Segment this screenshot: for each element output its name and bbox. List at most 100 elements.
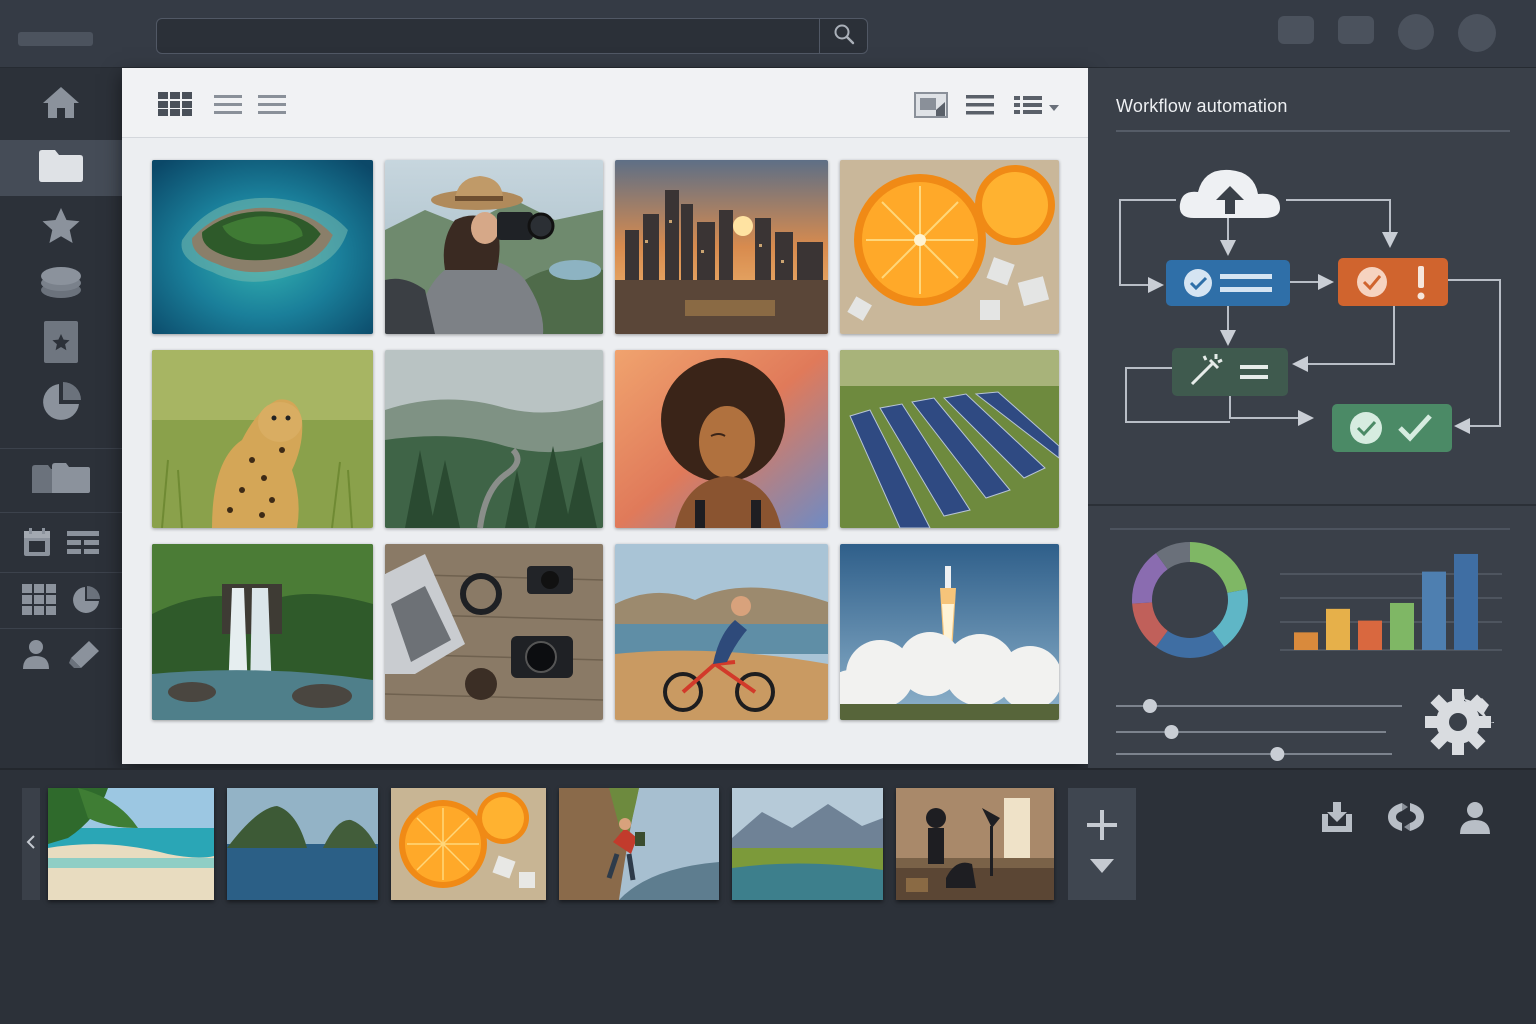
preview-panel-icon <box>914 92 948 123</box>
download-button[interactable] <box>1320 800 1354 834</box>
profile-button[interactable] <box>1458 800 1492 834</box>
pie-chart-small-icon[interactable] <box>72 586 100 614</box>
app-logo <box>18 32 93 46</box>
bar <box>1422 571 1446 650</box>
calendar-icon[interactable] <box>23 527 51 557</box>
top-bar <box>0 0 1536 68</box>
user-icon[interactable] <box>21 638 51 670</box>
bar <box>1326 608 1350 650</box>
chevron-down-icon <box>1048 99 1060 117</box>
user-avatar-button[interactable] <box>1458 14 1496 52</box>
top-action-button-2[interactable] <box>1338 16 1374 44</box>
grid-view-button[interactable] <box>158 92 192 121</box>
stack-icon <box>39 264 83 305</box>
slider-handle[interactable] <box>1164 725 1179 739</box>
rows-icon <box>966 94 996 121</box>
filmstrip-image-orange-ice[interactable] <box>391 788 546 900</box>
workflow-node-orange[interactable] <box>1338 258 1448 306</box>
bookmark-star-icon <box>43 320 79 369</box>
slider-handle[interactable] <box>1270 747 1285 761</box>
gallery-image-solar-farm[interactable] <box>840 350 1059 528</box>
filmstrip-image-rock-climber[interactable] <box>559 788 719 900</box>
top-action-button-3[interactable] <box>1398 14 1434 50</box>
gallery-image-rocket-launch[interactable] <box>840 544 1059 720</box>
sidebar-row-user-tag <box>0 628 122 680</box>
gear-tooth <box>1452 689 1464 703</box>
gear-tooth <box>1452 741 1464 755</box>
gallery-image-misty-forest-road[interactable] <box>385 350 603 528</box>
charts-divider <box>1110 528 1510 530</box>
workflow-node-dark-green[interactable] <box>1172 348 1288 396</box>
workflow-title: Workflow automation <box>1116 96 1288 116</box>
grid-icon[interactable] <box>22 584 56 616</box>
sidebar-item-stack[interactable] <box>0 256 122 312</box>
sidebar-item-analytics[interactable] <box>0 376 122 432</box>
gallery-image-cheetah-grass[interactable] <box>152 350 373 528</box>
user-icon <box>1458 800 1492 834</box>
image-grid <box>152 160 1060 720</box>
sync-button[interactable] <box>1384 801 1428 833</box>
gallery-image-photographer-hat[interactable] <box>385 160 603 334</box>
search-input[interactable] <box>157 19 819 53</box>
gallery-image-mountain-cyclist[interactable] <box>615 544 828 720</box>
folder-icon <box>38 149 84 188</box>
sort-dropdown[interactable] <box>1014 94 1060 121</box>
gear-tooth <box>1477 716 1491 728</box>
tag-icon[interactable] <box>67 639 101 669</box>
home-icon <box>41 84 81 125</box>
filmstrip-image-tropical-beach[interactable] <box>48 788 214 900</box>
rows-view-button[interactable] <box>966 94 996 121</box>
top-action-button-1[interactable] <box>1278 16 1314 44</box>
slider-handle[interactable] <box>1142 699 1157 713</box>
sidebar-divider <box>0 512 122 513</box>
gear-tooth <box>1425 716 1439 728</box>
gallery-image-jungle-waterfall[interactable] <box>152 544 373 720</box>
chevron-down-icon <box>1089 858 1115 879</box>
workflow-title-divider <box>1116 130 1510 132</box>
settings-button[interactable] <box>1422 686 1494 758</box>
sidebar-item-folder[interactable] <box>0 140 122 196</box>
list-view-button[interactable] <box>214 93 244 120</box>
sidebar-item-home[interactable] <box>0 76 122 132</box>
sidebar-divider <box>0 448 122 449</box>
sidebar-item-starred[interactable] <box>0 200 122 256</box>
add-to-filmstrip-button[interactable] <box>1068 788 1136 900</box>
sidebar-item-folders[interactable] <box>0 452 122 508</box>
filmstrip-image-mountain-valley-river[interactable] <box>732 788 883 900</box>
gallery-image-curly-hair-portrait[interactable] <box>615 350 828 528</box>
list-icon[interactable] <box>67 529 99 555</box>
sidebar <box>0 68 122 768</box>
filmstrip-image-sea-rock-islands[interactable] <box>227 788 378 900</box>
sync-icon <box>1384 801 1428 833</box>
slider-group <box>1116 699 1402 761</box>
search-icon <box>833 23 855 50</box>
gallery-toolbar <box>122 68 1088 138</box>
bar <box>1390 602 1414 650</box>
bar <box>1358 620 1382 650</box>
preview-toggle-button[interactable] <box>914 92 948 123</box>
workflow-node-blue[interactable] <box>1166 260 1290 306</box>
sidebar-divider <box>0 572 122 573</box>
panel-divider <box>1088 504 1536 506</box>
bar <box>1294 632 1318 650</box>
gallery-image-island-aerial[interactable] <box>152 160 373 334</box>
folders-icon <box>30 460 92 501</box>
donut-segment <box>1155 630 1225 658</box>
donut-segment <box>1190 542 1247 593</box>
bar-chart <box>1294 553 1478 650</box>
search-button[interactable] <box>819 19 867 53</box>
search-box <box>156 18 868 54</box>
workflow-node-green[interactable] <box>1332 404 1452 452</box>
view-mode-group <box>158 92 288 121</box>
sidebar-item-bookmarks[interactable] <box>0 316 122 372</box>
filmstrip-prev-button[interactable] <box>22 788 40 900</box>
gallery-image-orange-ice[interactable] <box>840 160 1059 334</box>
top-actions <box>1278 14 1496 52</box>
filmstrip-actions <box>1320 800 1492 834</box>
gallery-image-laptop-camera-desk[interactable] <box>385 544 603 720</box>
gallery-image-city-sunset[interactable] <box>615 160 828 334</box>
filmstrip-image-photo-studio[interactable] <box>896 788 1054 900</box>
cloud-upload-node[interactable] <box>1179 169 1280 218</box>
compact-view-button[interactable] <box>258 93 288 120</box>
compact-list-icon <box>258 93 288 120</box>
